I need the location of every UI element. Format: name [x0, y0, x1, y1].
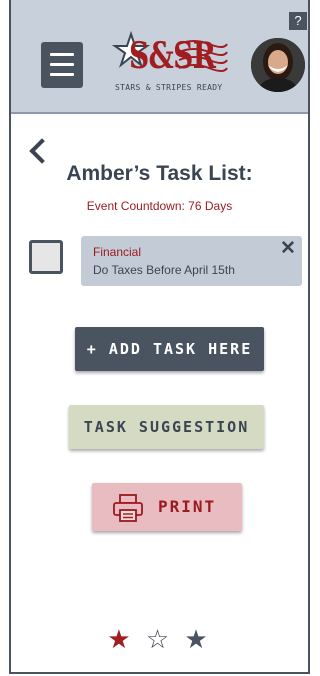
menu-bar-icon: [50, 63, 74, 66]
task-checkbox[interactable]: [29, 240, 63, 274]
back-arrow-icon[interactable]: [29, 138, 55, 164]
printer-icon: [113, 494, 143, 522]
star-outline-icon[interactable]: ☆: [146, 624, 173, 654]
help-button[interactable]: ?: [289, 12, 307, 30]
app-header: ? S&SR STARS & STRIPES READY: [11, 0, 308, 114]
logo-tagline: STARS & STRIPES READY: [115, 83, 223, 92]
task-card[interactable]: Financial Do Taxes Before April 15th ✕: [81, 236, 302, 286]
close-icon[interactable]: ✕: [280, 239, 296, 259]
menu-bar-icon: [50, 53, 74, 56]
print-label: PRINT: [158, 497, 217, 516]
task-category: Financial: [93, 245, 142, 259]
app-frame: ? S&SR STARS & STRIPES READY Amber’s Tas…: [9, 0, 310, 674]
logo-text: S&SR: [129, 35, 216, 77]
user-photo-icon: [251, 38, 305, 92]
page-title: Amber’s Task List:: [66, 162, 253, 185]
star-filled-dark-icon[interactable]: ★: [184, 624, 211, 654]
hamburger-menu-button[interactable]: [41, 42, 83, 88]
event-countdown: Event Countdown: 76 Days: [86, 199, 233, 213]
menu-bar-icon: [50, 73, 74, 76]
star-filled-red-icon[interactable]: ★: [107, 624, 134, 654]
task-name: Do Taxes Before April 15th: [93, 263, 235, 277]
app-logo[interactable]: S&SR STARS & STRIPES READY: [109, 30, 229, 100]
user-avatar[interactable]: [251, 38, 305, 92]
progress-stars: ★ ☆ ★: [11, 624, 308, 655]
print-button[interactable]: PRINT: [92, 483, 242, 531]
task-suggestion-button[interactable]: TASK SUGGESTION: [69, 405, 264, 449]
add-task-button[interactable]: + ADD TASK HERE: [75, 327, 264, 371]
